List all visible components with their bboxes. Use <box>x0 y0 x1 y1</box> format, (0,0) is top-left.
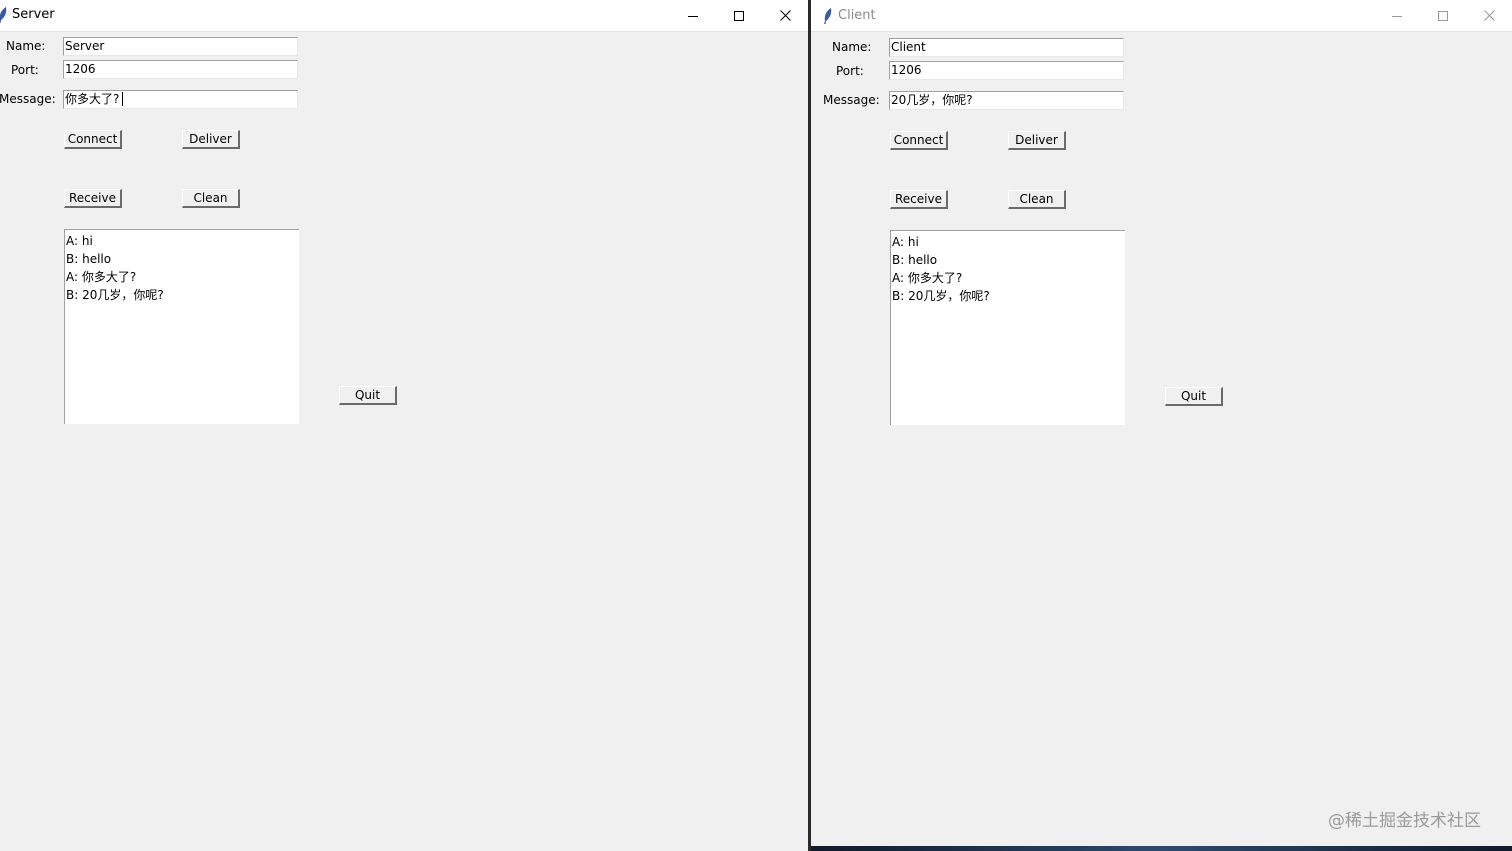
close-button[interactable] <box>762 0 808 31</box>
window-title: Server <box>12 7 55 22</box>
server-titlebar[interactable]: Server <box>0 0 808 32</box>
receive-button[interactable]: Receive <box>890 190 948 209</box>
maximize-button[interactable] <box>1420 0 1466 31</box>
chat-line: A: hi <box>892 235 919 249</box>
chat-line: B: 20几岁，你呢? <box>892 289 990 303</box>
window-title: Client <box>838 8 876 23</box>
name-input[interactable]: Server <box>63 37 298 56</box>
name-label: Name: <box>832 40 872 54</box>
connect-button[interactable]: Connect <box>64 130 122 149</box>
quit-button[interactable]: Quit <box>339 386 397 405</box>
clean-button[interactable]: Clean <box>1008 190 1066 209</box>
close-icon <box>779 10 791 21</box>
chat-log[interactable]: A: hi B: hello A: 你多大了? B: 20几岁，你呢? <box>64 229 299 424</box>
close-button[interactable] <box>1466 0 1512 31</box>
chat-line: A: 你多大了? <box>892 271 963 285</box>
chat-line: A: 你多大了? <box>66 270 137 284</box>
minimize-icon <box>1392 15 1402 17</box>
minimize-button[interactable] <box>1374 0 1420 31</box>
receive-button[interactable]: Receive <box>64 189 122 208</box>
connect-button[interactable]: Connect <box>890 131 948 150</box>
chat-line: B: hello <box>892 253 938 267</box>
port-label: Port: <box>11 63 39 77</box>
message-input[interactable]: 20几岁，你呢? <box>889 91 1124 110</box>
close-icon <box>1483 10 1495 21</box>
quit-button[interactable]: Quit <box>1165 387 1223 406</box>
chat-line: B: hello <box>66 252 112 266</box>
maximize-icon <box>1438 10 1448 21</box>
minimize-button[interactable] <box>670 0 716 31</box>
name-input[interactable]: Client <box>889 38 1124 57</box>
message-label: Message: <box>823 93 880 107</box>
port-input[interactable]: 1206 <box>63 60 298 79</box>
watermark: @稀土掘金技术社区 <box>1328 811 1481 831</box>
minimize-icon <box>688 15 698 17</box>
client-window: Client Name: Client Port: 1206 Message: … <box>811 0 1512 846</box>
deliver-button[interactable]: Deliver <box>1008 131 1066 150</box>
clean-button[interactable]: Clean <box>182 189 240 208</box>
chat-line: B: 20几岁，你呢? <box>66 288 164 302</box>
maximize-button[interactable] <box>716 0 762 31</box>
chat-line: A: hi <box>66 234 93 248</box>
name-label: Name: <box>6 39 46 53</box>
message-input[interactable]: 你多大了? <box>63 90 298 109</box>
port-label: Port: <box>836 64 864 78</box>
message-input-text: 你多大了? <box>65 92 120 106</box>
maximize-icon <box>734 10 744 21</box>
port-input[interactable]: 1206 <box>889 61 1124 80</box>
feather-icon <box>0 7 7 23</box>
feather-icon <box>824 8 832 24</box>
server-window: Server Name: Server Port: 1206 Message: … <box>0 0 808 851</box>
text-caret <box>122 92 124 106</box>
deliver-button[interactable]: Deliver <box>182 130 240 149</box>
chat-log[interactable]: A: hi B: hello A: 你多大了? B: 20几岁，你呢? <box>890 230 1125 425</box>
client-titlebar[interactable]: Client <box>811 0 1512 32</box>
message-label: Message: <box>0 92 56 106</box>
desktop-strip <box>811 846 1512 851</box>
